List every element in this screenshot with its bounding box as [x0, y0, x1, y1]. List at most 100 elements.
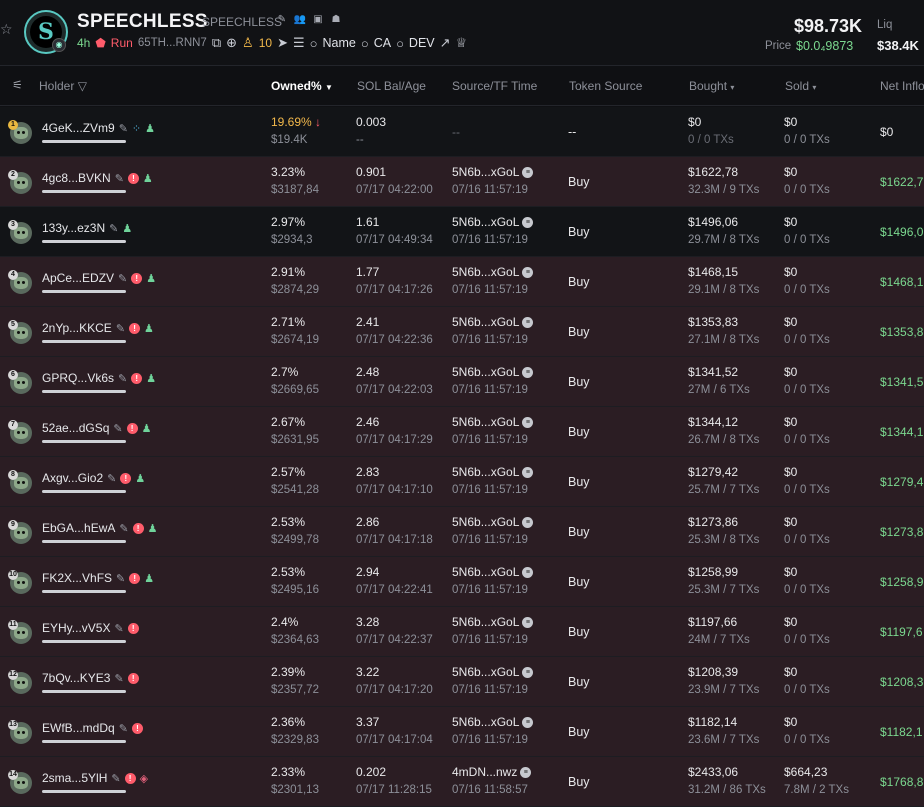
edit-icon[interactable]: ✎	[119, 522, 128, 535]
col-holder[interactable]: Holder ▽	[39, 79, 87, 93]
holder-address[interactable]: EbGA...hEwA	[42, 521, 115, 535]
holder-cell[interactable]: GPRQ...Vk6s ✎! ♟	[42, 371, 156, 385]
table-row[interactable]: 5 2nYp...KKCE ✎! ♟ 2.71% $2674,19 2.41 07/17 04…	[0, 307, 924, 357]
holder-cell[interactable]: EWfB...mdDq ✎!	[42, 721, 143, 735]
holder-address[interactable]: 133y...ez3N	[42, 221, 105, 235]
col-sold[interactable]: Sold ▾	[785, 79, 816, 93]
table-row[interactable]: 3 133y...ez3N ✎ ♟ 2.97% $2934,3 1.61 07/17 04:4…	[0, 207, 924, 257]
search-dev-icon[interactable]: ○	[396, 36, 404, 51]
source-wallet[interactable]: 5N6b...xGoL ≡	[452, 615, 534, 629]
holder-address[interactable]: 7bQv...KYE3	[42, 671, 110, 685]
source-wallet[interactable]: 5N6b...xGoL ≡	[452, 665, 534, 679]
holder-cell[interactable]: EbGA...hEwA ✎! ♟	[42, 521, 157, 535]
source-wallet[interactable]: 5N6b...xGoL ≡	[452, 315, 534, 329]
holder-address[interactable]: 2sma...5YlH	[42, 771, 107, 785]
search-ca-icon[interactable]: ○	[361, 36, 369, 51]
edit-icon[interactable]: ✎	[113, 422, 122, 435]
globe-icon[interactable]: ⊕	[226, 35, 237, 51]
source-wallet[interactable]: 5N6b...xGoL ≡	[452, 215, 534, 229]
holder-address[interactable]: 2nYp...KKCE	[42, 321, 112, 335]
holder-cell[interactable]: 2nYp...KKCE ✎! ♟	[42, 321, 154, 335]
sol-age: 07/17 04:17:29	[356, 434, 433, 446]
table-row[interactable]: 4 ApCe...EDZV ✎! ♟ 2.91% $2874,29 1.77 07/17 04…	[0, 257, 924, 307]
source-wallet[interactable]: 5N6b...xGoL ≡	[452, 715, 534, 729]
net-inflow: $1622,7	[880, 175, 924, 189]
edit-icon[interactable]: ✎	[119, 722, 128, 735]
list-icon[interactable]: ☰	[293, 35, 305, 51]
copy-icon[interactable]: ⧉	[212, 35, 221, 51]
table-row[interactable]: 7 52ae...dGSq ✎! ♟ 2.67% $2631,95 2.46 07/17 04…	[0, 407, 924, 457]
holder-cell[interactable]: ApCe...EDZV ✎! ♟	[42, 271, 156, 285]
edit-icon[interactable]: ✎	[107, 472, 116, 485]
edit-icon[interactable]: ✎	[114, 622, 123, 635]
telegram-icon[interactable]: ➤	[277, 35, 288, 51]
external-link-icon[interactable]: ↗	[440, 35, 451, 51]
table-row[interactable]: 8 Axgv...Gio2 ✎! ♟ 2.57% $2541,28 2.83 07/17 04…	[0, 457, 924, 507]
source-wallet[interactable]: 5N6b...xGoL ≡	[452, 415, 534, 429]
col-token-source[interactable]: Token Source	[569, 79, 642, 93]
edit-icon[interactable]: ✎	[109, 222, 118, 235]
holder-address[interactable]: FK2X...VhFS	[42, 571, 112, 585]
holder-address[interactable]: 4gc8...BVKN	[42, 171, 111, 185]
edit-icon[interactable]: ✎	[276, 13, 288, 25]
edit-icon[interactable]: ✎	[114, 672, 123, 685]
source-wallet[interactable]: 5N6b...xGoL ≡	[452, 265, 534, 279]
source-wallet[interactable]: 4mDN...nwz ≡	[452, 765, 532, 779]
funnel-icon[interactable]: ▽	[78, 79, 87, 93]
holder-address[interactable]: 52ae...dGSq	[42, 421, 109, 435]
source-wallet[interactable]: 5N6b...xGoL ≡	[452, 465, 534, 479]
holder-address[interactable]: GPRQ...Vk6s	[42, 371, 114, 385]
crown-icon[interactable]: ♕	[456, 35, 468, 51]
table-row[interactable]: 14 2sma...5YlH ✎! ◈ 2.33% $2301,13 0.202 07/17 …	[0, 757, 924, 807]
people-icon[interactable]: 👥	[294, 13, 306, 25]
col-source-time[interactable]: Source/TF Time	[452, 79, 537, 93]
group-icon[interactable]: ☗	[330, 13, 342, 25]
holder-cell[interactable]: 4gc8...BVKN ✎! ♟	[42, 171, 153, 185]
table-row[interactable]: 6 GPRQ...Vk6s ✎! ♟ 2.7% $2669,65 2.48 07/17 04:…	[0, 357, 924, 407]
source-wallet[interactable]: 5N6b...xGoL ≡	[452, 565, 534, 579]
table-row[interactable]: 12 7bQv...KYE3 ✎! 2.39% $2357,72 3.22 07/17 04…	[0, 657, 924, 707]
edit-icon[interactable]: ✎	[111, 772, 120, 785]
filter-settings-icon[interactable]: ⚟	[12, 78, 26, 92]
edit-icon[interactable]: ✎	[115, 172, 124, 185]
edit-icon[interactable]: ✎	[116, 322, 125, 335]
holder-cell[interactable]: 7bQv...KYE3 ✎!	[42, 671, 139, 685]
holder-cell[interactable]: FK2X...VhFS ✎! ♟	[42, 571, 154, 585]
bubble-icon[interactable]: ⁘	[132, 122, 141, 135]
search-dev-label[interactable]: DEV	[409, 36, 435, 50]
table-row[interactable]: 10 FK2X...VhFS ✎! ♟ 2.53% $2495,16 2.94 07/17 0…	[0, 557, 924, 607]
holder-address[interactable]: EYHy...vV5X	[42, 621, 110, 635]
search-ca-label[interactable]: CA	[374, 36, 391, 50]
holder-cell[interactable]: 52ae...dGSq ✎! ♟	[42, 421, 151, 435]
edit-icon[interactable]: ✎	[116, 572, 125, 585]
search-name-label[interactable]: Name	[322, 36, 355, 50]
holder-address[interactable]: Axgv...Gio2	[42, 471, 103, 485]
table-row[interactable]: 1 4GeK...ZVm9 ✎ ⁘ ♟ 19.69% ↓ $19.4K 0.003 -- -- --…	[0, 107, 924, 157]
table-row[interactable]: 2 4gc8...BVKN ✎! ♟ 3.23% $3187,84 0.901 07/17 0…	[0, 157, 924, 207]
source-wallet[interactable]: 5N6b...xGoL ≡	[452, 165, 534, 179]
table-row[interactable]: 11 EYHy...vV5X ✎! 2.4% $2364,63 3.28 07/17 04:…	[0, 607, 924, 657]
holder-cell[interactable]: 2sma...5YlH ✎! ◈	[42, 771, 148, 785]
col-sol-bal[interactable]: SOL Bal/Age	[357, 79, 426, 93]
holder-cell[interactable]: 4GeK...ZVm9 ✎ ⁘ ♟	[42, 121, 155, 135]
col-net-inflow[interactable]: Net Inflo	[880, 79, 924, 93]
holder-address[interactable]: ApCe...EDZV	[42, 271, 114, 285]
col-bought[interactable]: Bought ▾	[689, 79, 734, 93]
table-row[interactable]: 9 EbGA...hEwA ✎! ♟ 2.53% $2499,78 2.86 07/17 04…	[0, 507, 924, 557]
edit-icon[interactable]: ✎	[118, 372, 127, 385]
ai-icon[interactable]: ▣	[312, 13, 324, 25]
edit-icon[interactable]: ✎	[118, 272, 127, 285]
holder-cell[interactable]: EYHy...vV5X ✎!	[42, 621, 139, 635]
col-owned[interactable]: Owned% ▼	[271, 79, 333, 93]
source-wallet[interactable]: --	[452, 125, 460, 139]
edit-icon[interactable]: ✎	[119, 122, 128, 135]
search-name-icon[interactable]: ○	[310, 36, 318, 51]
holder-cell[interactable]: 133y...ez3N ✎ ♟	[42, 221, 132, 235]
source-wallet[interactable]: 5N6b...xGoL ≡	[452, 515, 534, 529]
holder-address[interactable]: 4GeK...ZVm9	[42, 121, 115, 135]
holder-cell[interactable]: Axgv...Gio2 ✎! ♟	[42, 471, 145, 485]
holder-address[interactable]: EWfB...mdDq	[42, 721, 115, 735]
source-wallet[interactable]: 5N6b...xGoL ≡	[452, 365, 534, 379]
table-row[interactable]: 13 EWfB...mdDq ✎! 2.36% $2329,83 3.37 07/17 04…	[0, 707, 924, 757]
star-icon[interactable]: ☆	[0, 22, 14, 36]
